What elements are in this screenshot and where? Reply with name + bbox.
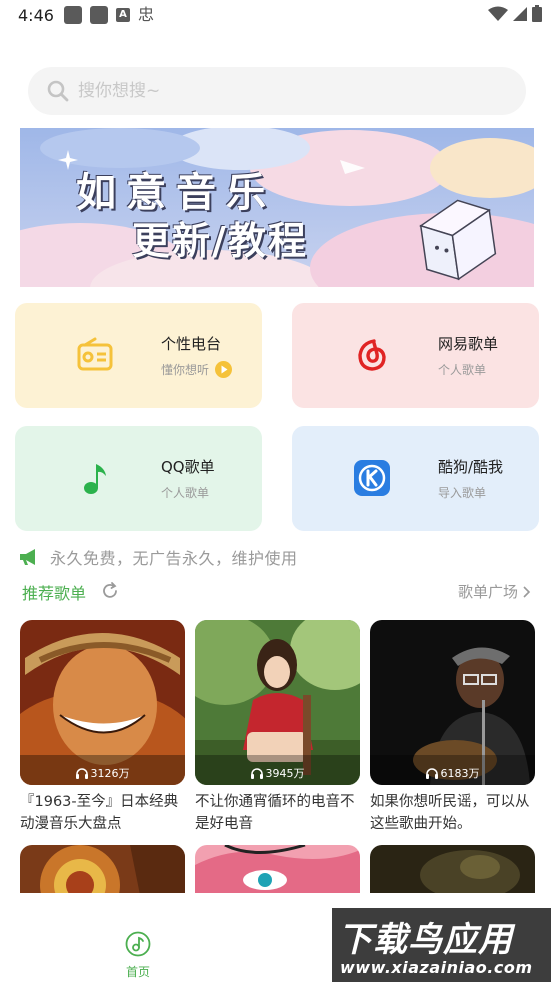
notification-app-icon <box>64 6 82 24</box>
card-title: QQ歌单 <box>161 458 215 476</box>
playlist-card[interactable]: 3945万 不让你通宵循环的电音不是好电音 <box>195 620 360 835</box>
search-bar[interactable] <box>28 67 526 115</box>
cover-image <box>20 620 185 785</box>
play-count: 6183万 <box>370 765 535 781</box>
card-netease-playlist[interactable]: 网易歌单 个人歌单 <box>292 303 539 408</box>
cover-image <box>370 845 535 895</box>
notification-app-icon <box>90 6 108 24</box>
playlist-title: 如果你想听民谣，可以从这些歌曲开始。 <box>370 794 530 832</box>
card-subtitle: 个人歌单 <box>161 486 210 500</box>
playlist-card-partial[interactable] <box>370 845 535 895</box>
playlist-cover: 6183万 <box>370 620 535 785</box>
card-subtitle: 个人歌单 <box>438 363 487 377</box>
notification-icons: A 忠 <box>64 6 154 24</box>
playlist-card-partial[interactable] <box>20 845 185 895</box>
playlist-card[interactable]: 3126万 『1963-至今』日本经典动漫音乐大盘点 <box>20 620 185 835</box>
battery-icon <box>532 5 542 22</box>
watermark-text: 下载鸟应用 <box>338 920 513 960</box>
input-method-icon: 忠 <box>138 5 155 24</box>
wifi-icon <box>488 6 508 21</box>
card-title: 网易歌单 <box>438 335 499 353</box>
watermark-logo: 下载鸟应用 www.xiazainiao.com <box>332 908 551 982</box>
play-count: 3945万 <box>195 765 360 781</box>
search-icon <box>47 80 69 102</box>
playlist-title: 不让你通宵循环的电音不是好电音 <box>195 794 355 832</box>
card-subtitle: 懂你想听 <box>161 361 233 378</box>
headphones-icon <box>250 767 263 779</box>
playlist-title: 『1963-至今』日本经典动漫音乐大盘点 <box>20 794 179 832</box>
playlist-cover: 3945万 <box>195 620 360 785</box>
play-icon <box>215 361 233 378</box>
banner-subtitle: 更新/教程 <box>132 219 308 263</box>
nav-home-label: 首页 <box>125 965 150 979</box>
notice-text: 永久免费，无广告永久，维护使用 <box>50 549 298 568</box>
playlist-card-partial[interactable] <box>195 845 360 895</box>
notice-bar: 永久免费，无广告永久，维护使用 <box>18 545 298 569</box>
card-subtitle: 导入歌单 <box>438 486 487 500</box>
status-time: 4:46 <box>18 6 54 25</box>
cover-image <box>370 620 535 785</box>
playlist-cover: 3126万 <box>20 620 185 785</box>
card-personal-radio[interactable]: 个性电台 懂你想听 <box>15 303 262 408</box>
keyboard-a-icon: A <box>116 8 130 22</box>
banner[interactable]: 如意音乐 更新/教程 <box>20 128 534 287</box>
headphones-icon <box>425 767 438 779</box>
card-kugou-kuwo[interactable]: 酷狗/酷我 导入歌单 <box>292 426 539 531</box>
status-bar: 4:46 A 忠 <box>0 0 554 32</box>
refresh-icon[interactable] <box>100 581 120 601</box>
cover-image <box>195 845 360 895</box>
cover-image <box>195 620 360 785</box>
radio-icon <box>77 337 113 371</box>
card-title: 酷狗/酷我 <box>438 458 504 476</box>
chevron-right-icon <box>523 585 531 598</box>
playlist-card[interactable]: 6183万 如果你想听民谣，可以从这些歌曲开始。 <box>370 620 535 835</box>
headphones-icon <box>75 767 88 779</box>
system-icons <box>488 5 542 22</box>
music-note-icon <box>125 931 151 957</box>
nav-home[interactable]: 首页 <box>118 931 158 980</box>
play-count: 3126万 <box>20 765 185 781</box>
cover-image <box>20 845 185 895</box>
signal-icon <box>513 6 527 21</box>
card-qq-playlist[interactable]: QQ歌单 个人歌单 <box>15 426 262 531</box>
megaphone-icon <box>20 549 35 565</box>
playlist-plaza-link[interactable]: 歌单广场 <box>458 581 532 602</box>
search-input[interactable] <box>78 81 458 101</box>
netease-icon <box>358 339 386 371</box>
watermark-url: www.xiazainiao.com <box>340 958 533 977</box>
qq-music-icon <box>84 464 106 494</box>
card-title: 个性电台 <box>161 335 222 353</box>
section-title: 推荐歌单 <box>22 584 87 603</box>
kugou-icon <box>354 460 390 496</box>
